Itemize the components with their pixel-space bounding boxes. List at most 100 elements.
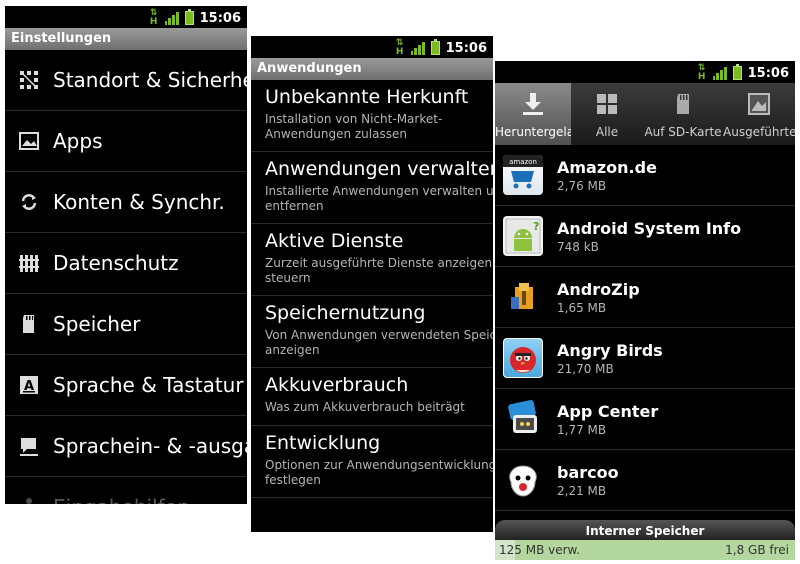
settings-item-accounts-sync[interactable]: Konten & Synchr. xyxy=(5,172,247,233)
accessibility-icon xyxy=(17,495,41,504)
app-setting-title: Anwendungen verwalten xyxy=(265,158,493,180)
app-row-androzip[interactable]: AndroZip 1,65 MB xyxy=(495,267,795,328)
app-setting-description: Installation von Nicht-Market- Anwendung… xyxy=(265,112,443,141)
app-setting-title: Entwicklung xyxy=(265,432,381,454)
storage-bar: 125 MB verw. 1,8 GB frei xyxy=(495,540,795,560)
tab-running[interactable]: Ausgeführte xyxy=(723,83,795,145)
download-icon xyxy=(520,91,546,117)
clock: 15:06 xyxy=(199,10,241,26)
sd-card-icon xyxy=(17,312,41,336)
data-transfer-icon: ⇅ H xyxy=(395,38,404,57)
app-setting-battery-use[interactable]: Akkuverbrauch Was zum Akkuverbrauch beit… xyxy=(251,368,493,426)
storage-used-label: 125 MB verw. xyxy=(499,543,581,557)
settings-item-label: Standort & Sicherheit xyxy=(53,68,247,92)
clock: 15:06 xyxy=(445,40,487,56)
applications-screen: ⇅ H 15:06 Anwendungen Unbekannte Herkunft… xyxy=(251,36,493,532)
app-setting-title: Akkuverbrauch xyxy=(265,374,409,396)
app-setting-unknown-sources[interactable]: Unbekannte Herkunft Installation von Nic… xyxy=(251,80,493,152)
barcoo-icon xyxy=(503,460,543,500)
app-name: Android System Info xyxy=(557,218,742,238)
sync-icon xyxy=(17,190,41,214)
signal-icon xyxy=(164,11,179,25)
app-setting-development[interactable]: Entwicklung Optionen zur Anwendungsentwi… xyxy=(251,426,493,498)
amazon-icon: amazon xyxy=(503,155,543,195)
angry-birds-icon xyxy=(503,338,543,378)
settings-item-label: Sprachein- & -ausgabe xyxy=(53,434,247,458)
tab-sd-card[interactable]: Auf SD-Karte xyxy=(643,83,723,145)
app-name: Amazon.de xyxy=(557,157,657,177)
app-setting-storage-use[interactable]: Speichernutzung Von Anwendungen verwende… xyxy=(251,296,493,368)
voice-icon xyxy=(17,434,41,458)
app-setting-description: Zurzeit ausgeführte Dienste anzeigen und… xyxy=(265,256,493,285)
tab-label: Ausgeführte xyxy=(723,125,795,139)
settings-item-label: Sprache & Tastatur xyxy=(53,373,244,397)
location-grid-icon xyxy=(17,68,41,92)
app-size: 21,70 MB xyxy=(557,361,614,376)
clock: 15:06 xyxy=(747,65,789,81)
svg-text:amazon: amazon xyxy=(509,158,537,166)
language-keyboard-icon: A xyxy=(17,373,41,397)
data-transfer-icon: ⇅ H xyxy=(149,8,158,27)
settings-item-privacy[interactable]: Datenschutz xyxy=(5,233,247,294)
tab-downloaded[interactable]: Heruntergeladen xyxy=(495,83,571,145)
app-center-icon xyxy=(503,399,543,439)
settings-item-label: Konten & Synchr. xyxy=(53,190,225,214)
settings-screen: ⇅ H 15:06 Einstellungen Standort & Sicher… xyxy=(5,6,247,504)
android-system-info-icon: ? xyxy=(503,216,543,256)
androzip-icon xyxy=(503,277,543,317)
app-row-barcoo[interactable]: barcoo 2,21 MB xyxy=(495,450,795,511)
settings-item-storage[interactable]: Speicher xyxy=(5,294,247,355)
settings-item-label: Apps xyxy=(53,129,103,153)
battery-icon xyxy=(732,64,742,80)
settings-item-apps[interactable]: Apps xyxy=(5,111,247,172)
manage-apps-screen: ⇅H 15:06 Heruntergeladen Alle Auf SD-Kar… xyxy=(495,61,795,560)
battery-icon xyxy=(184,9,194,25)
screen-title: Anwendungen xyxy=(251,58,493,80)
storage-indicator: Interner Speicher 125 MB verw. 1,8 GB fr… xyxy=(495,520,795,560)
app-name: App Center xyxy=(557,401,659,421)
storage-free-label: 1,8 GB frei xyxy=(725,543,789,557)
status-bar: ⇅ H 15:06 xyxy=(251,36,493,58)
app-setting-description: Installierte Anwendungen verwalten und e… xyxy=(265,184,493,213)
filter-tabs: Heruntergeladen Alle Auf SD-Karte Ausgef… xyxy=(495,83,795,145)
settings-item-label: Datenschutz xyxy=(53,251,179,275)
app-setting-manage-apps[interactable]: Anwendungen verwalten Installierte Anwen… xyxy=(251,152,493,224)
app-setting-description: Von Anwendungen verwendeten Speicher anz… xyxy=(265,328,493,357)
storage-title: Interner Speicher xyxy=(495,520,795,540)
grid-icon xyxy=(594,91,620,117)
apps-picture-icon xyxy=(17,129,41,153)
status-bar: ⇅ H 15:06 xyxy=(5,6,247,28)
sd-card-icon xyxy=(670,91,696,117)
settings-item-location-security[interactable]: Standort & Sicherheit xyxy=(5,50,247,111)
tab-all[interactable]: Alle xyxy=(571,83,643,145)
app-row-angry-birds[interactable]: Angry Birds 21,70 MB xyxy=(495,328,795,389)
data-transfer-icon: ⇅ H xyxy=(697,63,706,82)
settings-item-voice[interactable]: Sprachein- & -ausgabe xyxy=(5,416,247,477)
app-setting-description: Was zum Akkuverbrauch beiträgt xyxy=(265,400,465,414)
running-icon xyxy=(746,91,772,117)
app-setting-running-services[interactable]: Aktive Dienste Zurzeit ausgeführte Diens… xyxy=(251,224,493,296)
tab-label: Auf SD-Karte xyxy=(644,125,722,139)
app-row-app-center[interactable]: App Center 1,77 MB xyxy=(495,389,795,450)
settings-item-label: Speicher xyxy=(53,312,141,336)
app-setting-title: Aktive Dienste xyxy=(265,230,404,252)
app-name: barcoo xyxy=(557,462,619,482)
app-setting-title: Unbekannte Herkunft xyxy=(265,86,469,108)
settings-item-language-keyboard[interactable]: A Sprache & Tastatur xyxy=(5,355,247,416)
app-size: 1,77 MB xyxy=(557,422,607,437)
app-size: 1,65 MB xyxy=(557,300,607,315)
battery-icon xyxy=(430,39,440,55)
tab-label: Alle xyxy=(595,125,619,139)
svg-text:?: ? xyxy=(533,220,539,233)
app-setting-title: Speichernutzung xyxy=(265,302,426,324)
tab-label: Heruntergeladen xyxy=(495,125,571,139)
signal-icon xyxy=(712,66,727,80)
app-name: AndroZip xyxy=(557,279,640,299)
app-row-amazon[interactable]: amazon Amazon.de 2,76 MB xyxy=(495,145,795,206)
settings-item-accessibility[interactable]: Eingabehilfen xyxy=(5,477,247,504)
app-setting-description: Optionen zur Anwendungsentwicklung festl… xyxy=(265,458,493,487)
app-list: amazon Amazon.de 2,76 MB ? Android Syste… xyxy=(495,145,795,511)
app-row-android-system-info[interactable]: ? Android System Info 748 kB xyxy=(495,206,795,267)
app-size: 2,76 MB xyxy=(557,178,607,193)
settings-item-label: Eingabehilfen xyxy=(53,495,190,504)
